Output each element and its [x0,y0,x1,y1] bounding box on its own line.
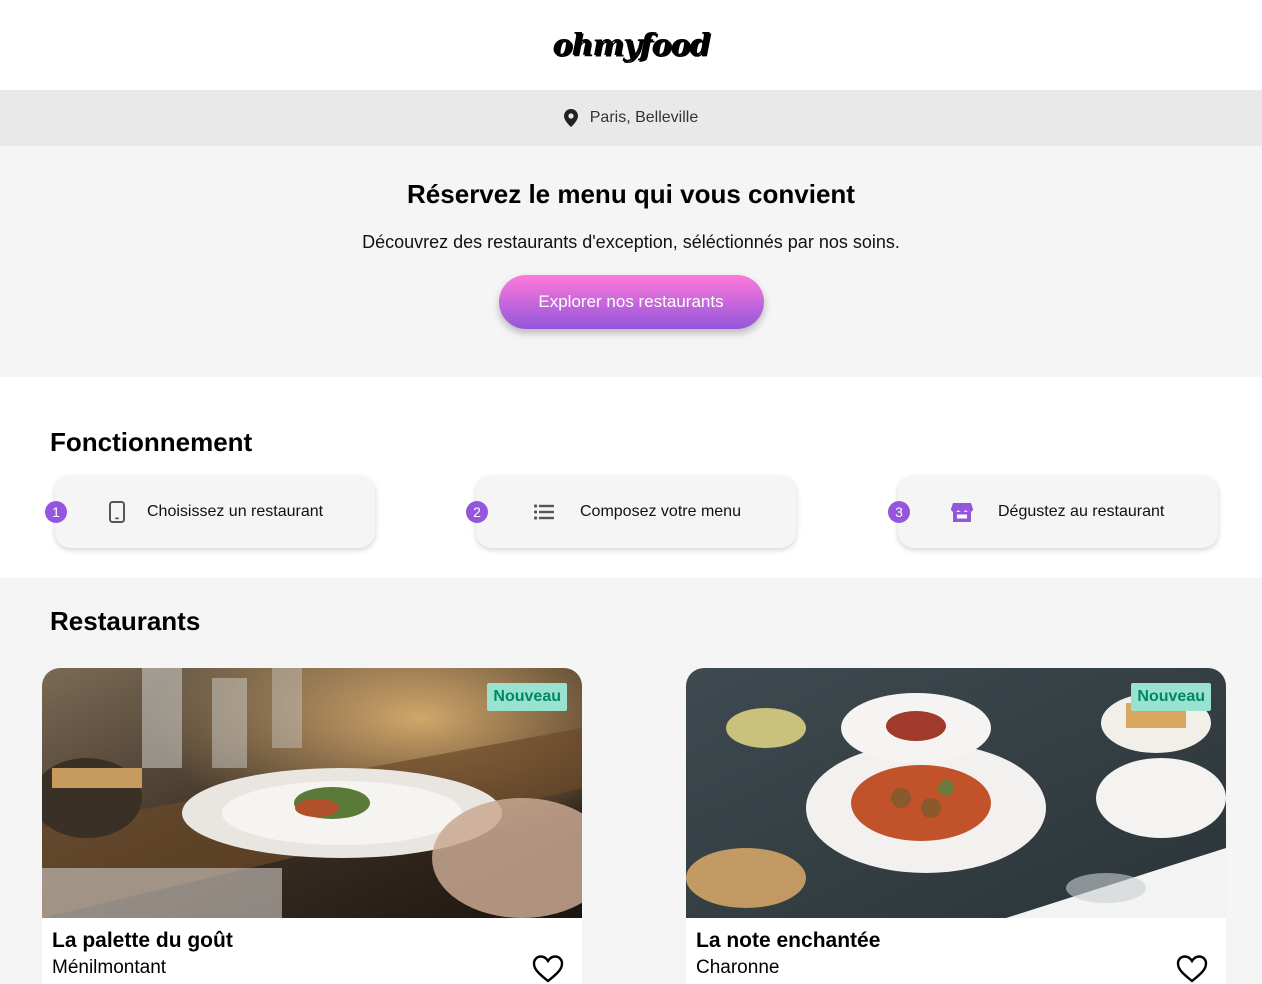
restaurant-name: La note enchantée [696,929,881,952]
card-body: La palette du goût Ménilmontant [42,918,582,984]
how-it-works-title: Fonctionnement [50,427,253,457]
step-label: Composez votre menu [580,503,741,520]
restaurant-card[interactable]: Nouveau La palette du goût Ménilmontant [42,668,582,984]
how-it-works-section: Fonctionnement 1 Choisissez un restauran… [0,377,1262,578]
list-icon [532,500,556,524]
heart-icon[interactable] [532,954,564,984]
restaurant-area: Ménilmontant [52,957,167,978]
restaurant-card[interactable]: Nouveau La note enchantée Charonne [686,668,1226,984]
step-compose-menu: 2 Composez votre menu [466,476,796,548]
mobile-phone-icon [105,500,129,524]
restaurant-area: Charonne [696,957,780,978]
hero-section: Réservez le menu qui vous convient Décou… [0,146,1262,377]
step-label: Dégustez au restaurant [998,503,1165,520]
map-pin-icon [563,109,578,127]
hero-subtitle: Découvrez des restaurants d'exception, s… [362,232,900,252]
new-badge: Nouveau [1131,683,1211,711]
restaurants-section: Restaurants Nouveau La palette du goût M… [0,578,1262,984]
restaurant-table-plates-photo: Nouveau [42,668,582,918]
site-header: ohmyfood [0,0,1262,90]
card-body: La note enchantée Charonne [686,918,1226,984]
new-badge: Nouveau [487,683,567,711]
step-choose-restaurant: 1 Choisissez un restaurant [45,476,375,548]
logo[interactable]: ohmyfood [553,28,711,63]
step-taste-at-restaurant: 3 Dégustez au restaurant [888,476,1218,548]
step-number: 3 [888,501,910,523]
location-bar: Paris, Belleville [0,90,1262,146]
step-label: Choisissez un restaurant [147,503,324,520]
steps-list: 1 Choisissez un restaurant 2 Composez vo… [45,476,1218,556]
plates-from-above-photo: Nouveau [686,668,1226,918]
step-number: 1 [45,501,67,523]
heart-icon[interactable] [1176,954,1208,984]
explore-restaurants-button[interactable]: Explorer nos restaurants [498,275,764,329]
location-text: Paris, Belleville [589,109,699,126]
store-icon [950,500,974,524]
restaurant-name: La palette du goût [52,929,233,952]
step-number: 2 [466,501,488,523]
restaurants-title: Restaurants [50,606,201,636]
hero-title: Réservez le menu qui vous convient [407,179,855,209]
